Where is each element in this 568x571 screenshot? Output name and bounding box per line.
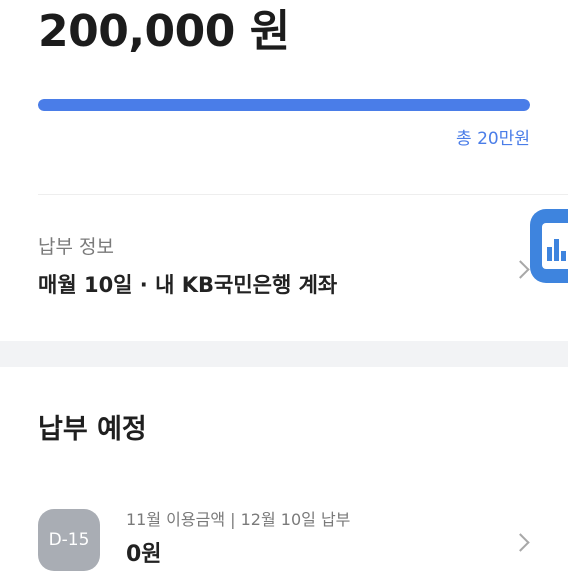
pay-info-label: 납부 정보 (38, 236, 114, 258)
section-title: 납부 예정 (38, 414, 147, 445)
receipt-icon (542, 223, 568, 269)
bank-app-icon[interactable] (530, 209, 568, 283)
pay-info-row[interactable]: 납부 정보 매월 10일 · 내 KB국민은행 계좌 (0, 195, 568, 341)
chevron-right-icon (511, 260, 530, 279)
progress-fill (38, 99, 530, 111)
chevron-right-icon (511, 533, 530, 552)
schedule-item-amount: 0원 (126, 542, 162, 567)
schedule-item[interactable]: D-15 11월 이용금액 | 12월 10일 납부 0원 (0, 495, 568, 571)
schedule-item-description: 11월 이용금액 | 12월 10일 납부 (126, 510, 351, 529)
progress-bar (38, 99, 530, 111)
dday-badge: D-15 (38, 509, 100, 571)
amount-total: 200,000 원 (38, 6, 290, 57)
pay-info-value: 매월 10일 · 내 KB국민은행 계좌 (38, 273, 338, 297)
section-separator (0, 341, 568, 367)
total-label: 총 20만원 (456, 129, 530, 149)
